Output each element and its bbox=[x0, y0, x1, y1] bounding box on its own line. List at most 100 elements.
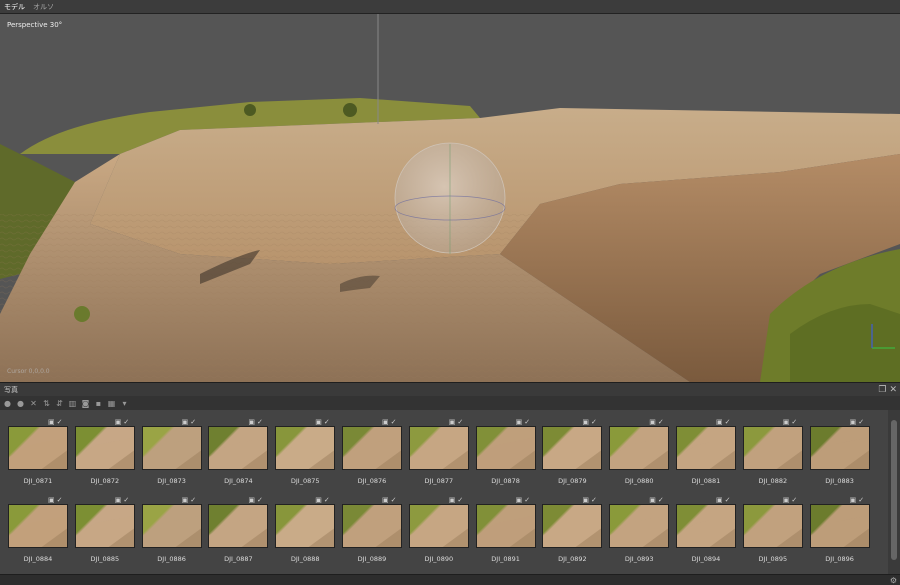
photo-thumbnail[interactable]: ▣ ✓ DJI_0893 bbox=[609, 496, 670, 566]
photo-badges: ▣ ✓ bbox=[516, 418, 536, 426]
photo-thumbnail[interactable]: ▣ ✓ DJI_0871 bbox=[8, 418, 68, 488]
photo-badges: ▣ ✓ bbox=[850, 418, 870, 426]
photo-thumbnail[interactable]: ▣ ✓ DJI_0878 bbox=[475, 418, 536, 488]
chevron-down-icon[interactable]: ▾ bbox=[120, 399, 129, 408]
photo-thumbnail[interactable]: ▣ ✓ DJI_0891 bbox=[475, 496, 536, 566]
photo-badges: ▣ ✓ bbox=[48, 418, 68, 426]
photo-thumbnail[interactable]: ▣ ✓ DJI_0890 bbox=[408, 496, 469, 566]
photo-badges: ▣ ✓ bbox=[716, 496, 736, 504]
photo-name: DJI_0885 bbox=[90, 555, 120, 563]
check-icon: ✓ bbox=[791, 496, 798, 504]
photo-thumbnail[interactable]: ▣ ✓ DJI_0896 bbox=[809, 496, 870, 566]
check-icon: ✓ bbox=[858, 496, 865, 504]
photo-name: DJI_0893 bbox=[624, 555, 654, 563]
status-bar: ⚙ bbox=[0, 574, 900, 585]
check-icon: ✓ bbox=[591, 418, 597, 426]
mask-icon: ▣ bbox=[248, 496, 256, 504]
view-mode-icon[interactable]: ▦ bbox=[107, 399, 116, 408]
photo-thumbnail[interactable]: ▣ ✓ DJI_0879 bbox=[542, 418, 603, 488]
photo-name: DJI_0874 bbox=[224, 477, 253, 485]
photo-name: DJI_0884 bbox=[23, 555, 53, 563]
tab-ortho[interactable]: オルソ bbox=[29, 0, 58, 14]
photo-thumbnail[interactable]: ▣ ✓ DJI_0886 bbox=[141, 496, 202, 566]
mask-icon: ▣ bbox=[114, 418, 122, 426]
mask-icon: ▣ bbox=[582, 418, 590, 426]
photo-name: DJI_0891 bbox=[491, 555, 520, 563]
photo-thumbnail[interactable]: ▣ ✓ DJI_0895 bbox=[742, 496, 803, 566]
photo-image bbox=[275, 504, 336, 548]
projection-label: Perspective 30° bbox=[7, 21, 63, 29]
photo-thumbnail[interactable]: ▣ ✓ DJI_0894 bbox=[676, 496, 736, 566]
photo-name: DJI_0889 bbox=[357, 555, 387, 563]
delete-icon[interactable]: ✕ bbox=[29, 399, 38, 408]
photo-image bbox=[809, 426, 870, 470]
photo-image bbox=[342, 504, 402, 548]
restore-window-icon[interactable]: ❐ bbox=[878, 384, 886, 396]
photo-name: DJI_0875 bbox=[290, 477, 320, 485]
photo-thumbnail[interactable]: ▣ ✓ DJI_0885 bbox=[74, 496, 135, 566]
mask-icon: ▣ bbox=[849, 496, 857, 504]
photo-thumbnail[interactable]: ▣ ✓ DJI_0874 bbox=[208, 418, 269, 488]
photo-thumbnail[interactable]: ▣ ✓ DJI_0884 bbox=[8, 496, 68, 566]
check-icon: ✓ bbox=[524, 496, 531, 504]
check-icon: ✓ bbox=[123, 496, 130, 504]
photo-image bbox=[742, 504, 803, 548]
mask-icon[interactable]: ◙ bbox=[81, 399, 90, 408]
photo-thumbnail[interactable]: ▣ ✓ DJI_0875 bbox=[275, 418, 336, 488]
photo-image bbox=[408, 426, 469, 470]
photo-badges: ▣ ✓ bbox=[382, 496, 402, 504]
photo-badges: ▣ ✓ bbox=[649, 418, 669, 426]
photo-name: DJI_0873 bbox=[157, 477, 186, 485]
photo-badges: ▣ ✓ bbox=[783, 418, 803, 426]
photo-badges: ▣ ✓ bbox=[115, 496, 135, 504]
close-icon[interactable]: ✕ bbox=[889, 384, 897, 396]
photo-badges: ▣ ✓ bbox=[716, 418, 736, 426]
mask-icon: ▣ bbox=[515, 418, 523, 426]
photo-thumbnail[interactable]: ▣ ✓ DJI_0876 bbox=[342, 418, 402, 488]
filter-icon[interactable]: ▥ bbox=[68, 399, 77, 408]
photo-thumbnail[interactable]: ▣ ✓ DJI_0881 bbox=[676, 418, 736, 488]
scrollbar-handle[interactable] bbox=[891, 420, 897, 560]
photo-badges: ▣ ✓ bbox=[783, 496, 803, 504]
status-icon[interactable]: ⚙ bbox=[890, 576, 897, 585]
sort-icon[interactable]: ⇅ bbox=[42, 399, 51, 408]
photo-name: DJI_0896 bbox=[825, 555, 854, 563]
photo-image bbox=[141, 504, 202, 548]
photo-badges: ▣ ✓ bbox=[182, 418, 202, 426]
remove-icon[interactable]: ● bbox=[16, 399, 25, 408]
add-icon[interactable]: ● bbox=[3, 399, 12, 408]
3d-viewport[interactable]: Perspective 30° Cursor 0,0,0.0 bbox=[0, 14, 900, 382]
photo-grid-scrollbar[interactable] bbox=[888, 410, 900, 574]
photo-badges: ▣ ✓ bbox=[315, 496, 335, 504]
photo-badges: ▣ ✓ bbox=[850, 496, 870, 504]
photo-image bbox=[475, 504, 536, 548]
photo-name: DJI_0881 bbox=[691, 477, 721, 485]
mask-icon: ▣ bbox=[582, 496, 590, 504]
check-icon: ✓ bbox=[791, 418, 798, 426]
disable-icon[interactable]: ▪ bbox=[94, 399, 103, 408]
tab-model[interactable]: モデル bbox=[0, 0, 29, 14]
photo-image bbox=[676, 426, 736, 470]
mask-icon: ▣ bbox=[248, 418, 256, 426]
photo-badges: ▣ ✓ bbox=[248, 418, 268, 426]
photo-thumbnail[interactable]: ▣ ✓ DJI_0888 bbox=[275, 496, 336, 566]
photo-thumbnail[interactable]: ▣ ✓ DJI_0873 bbox=[141, 418, 202, 488]
photo-thumbnail[interactable]: ▣ ✓ DJI_0872 bbox=[74, 418, 135, 488]
photo-name: DJI_0879 bbox=[558, 477, 587, 485]
photo-name: DJI_0872 bbox=[90, 477, 120, 485]
photo-thumbnail[interactable]: ▣ ✓ DJI_0883 bbox=[809, 418, 870, 488]
photo-thumbnail[interactable]: ▣ ✓ DJI_0880 bbox=[609, 418, 670, 488]
photo-thumbnail[interactable]: ▣ ✓ DJI_0877 bbox=[408, 418, 469, 488]
sort-desc-icon[interactable]: ⇵ bbox=[55, 399, 64, 408]
photos-toolbar: ● ● ✕ ⇅ ⇵ ▥ ◙ ▪ ▦ ▾ bbox=[0, 396, 900, 410]
photos-panel-header: 写真 ❐ ✕ bbox=[0, 382, 900, 396]
photo-badges: ▣ ✓ bbox=[449, 496, 469, 504]
photo-badges: ▣ ✓ bbox=[382, 418, 402, 426]
photo-thumbnail[interactable]: ▣ ✓ DJI_0882 bbox=[742, 418, 803, 488]
photo-badges: ▣ ✓ bbox=[582, 418, 602, 426]
photo-thumbnail[interactable]: ▣ ✓ DJI_0889 bbox=[342, 496, 402, 566]
photo-thumbnail[interactable]: ▣ ✓ DJI_0892 bbox=[542, 496, 603, 566]
photo-thumbnail[interactable]: ▣ ✓ DJI_0887 bbox=[208, 496, 269, 566]
mask-icon: ▣ bbox=[315, 418, 322, 426]
photo-image bbox=[542, 504, 603, 548]
